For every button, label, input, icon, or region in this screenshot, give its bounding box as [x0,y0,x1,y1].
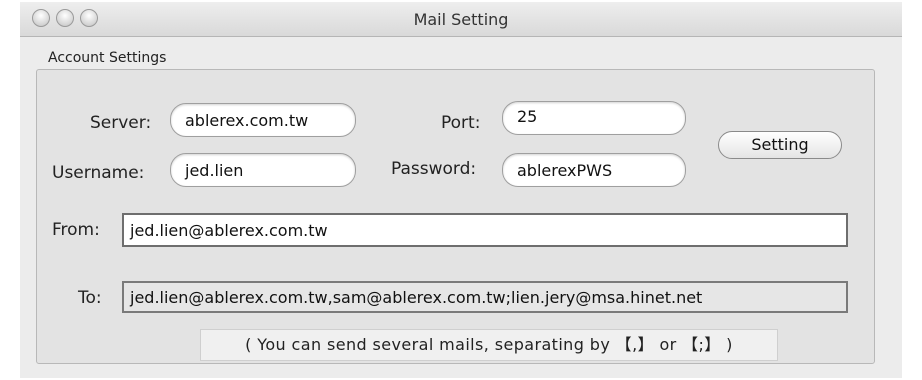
server-label: Server: [90,113,152,133]
from-label: From: [52,220,100,240]
port-input[interactable]: 25 [502,101,686,135]
to-label: To: [78,288,102,308]
window-title: Mail Setting [413,10,509,29]
title-bar: Mail Setting [20,2,902,37]
server-input[interactable]: ablerex.com.tw [170,103,356,137]
account-settings-label: Account Settings [48,50,167,66]
username-input[interactable]: jed.lien [170,153,356,187]
password-input[interactable]: ablerexPWS [502,153,686,187]
setting-button[interactable]: Setting [718,131,842,159]
separator-hint: ( You can send several mails, separating… [200,329,778,361]
password-label: Password: [391,159,477,179]
username-label: Username: [52,163,145,183]
from-input[interactable]: jed.lien@ablerex.com.tw [122,213,848,247]
to-input[interactable]: jed.lien@ablerex.com.tw,sam@ablerex.com.… [122,281,848,313]
port-label: Port: [441,113,481,133]
mail-setting-window: Mail Setting Account Settings Server: ab… [20,2,902,378]
